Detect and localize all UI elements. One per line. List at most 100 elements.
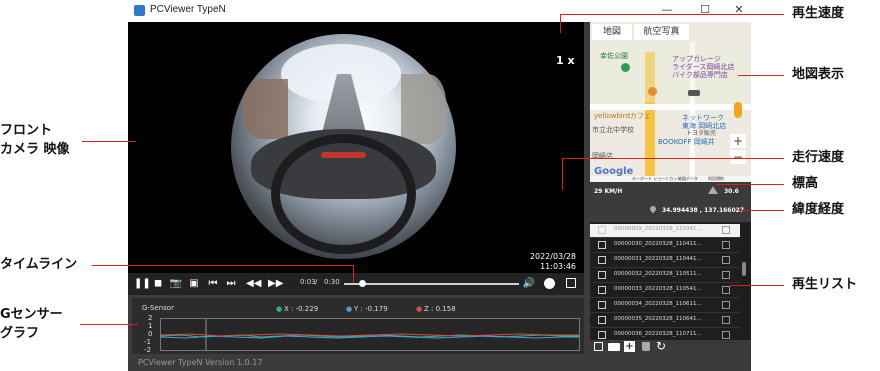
playlist-scrollbar[interactable] (742, 262, 746, 276)
map-label-riders: ライダース岡崎北店 (672, 63, 735, 71)
video-time: 11:03:46 (540, 262, 576, 271)
tab-aerial[interactable]: 航空写真 (634, 24, 689, 40)
altitude-icon (708, 186, 718, 194)
pause-icon[interactable]: ❚❚ (134, 277, 151, 291)
skip-previous-icon[interactable]: ⏮ (206, 277, 220, 291)
callout-timeline: タイムライン (0, 257, 78, 272)
callout-gsensor-1: Gセンサー (0, 307, 63, 322)
list-item[interactable]: 00000032_20220328_110511... (590, 269, 740, 283)
file-icon (722, 271, 730, 279)
folder-icon[interactable] (608, 343, 620, 351)
stop-icon[interactable]: ◼ (151, 277, 165, 291)
timeline-track[interactable] (344, 283, 519, 285)
gsensor-graph[interactable] (160, 318, 580, 351)
list-item[interactable]: 00000035_20220328_110641... (590, 314, 740, 328)
map-label-bookoff: BOOKOFF 岡崎井 (658, 138, 715, 146)
tab-map[interactable]: 地図 (592, 24, 632, 40)
minimize-button[interactable]: — (656, 2, 678, 18)
video-date: 2022/03/28 (529, 252, 576, 261)
callout-line-playlist (730, 285, 784, 286)
gsensor-z: Z : 0.158 (424, 305, 456, 313)
title-bar: PCViewer TypeN — ☐ ✕ (128, 0, 751, 22)
gsensor-y: Y : -0.179 (354, 305, 388, 313)
map-label-toyota: トヨタ販売 (686, 130, 717, 137)
checkbox[interactable] (598, 286, 606, 294)
file-name: 00000035_20220328_110641... (614, 316, 702, 322)
timeline-knob[interactable] (358, 280, 366, 287)
current-time: 0:03 (300, 278, 316, 286)
playlist-toolbar: + ↻ (590, 339, 751, 354)
record-icon[interactable]: ▣ (187, 277, 201, 291)
playback-controls: ❚❚ ◼ 📷 ▣ ⏮ ⏭ ◀◀ ▶▶ 0:03 / 0:30 🔊 (128, 273, 584, 295)
add-icon[interactable]: + (624, 341, 635, 352)
list-item[interactable]: 00000029_20220328_110341... (590, 224, 740, 238)
video-timestamp: 2022/03/28 11:03:46 (496, 252, 576, 272)
callout-line-latlon (738, 210, 784, 211)
map-label-network: ネットワーク (682, 114, 724, 122)
pegman-icon[interactable] (734, 102, 742, 118)
callout-drive-speed: 走行速度 (792, 150, 845, 165)
checkbox[interactable] (598, 226, 606, 234)
checkbox[interactable] (598, 256, 606, 264)
total-time: 0:30 (324, 278, 340, 286)
map-label-bike: バイク部品専門店 (672, 71, 728, 79)
map-road-cross (590, 104, 751, 110)
callout-front-1: フロント (0, 123, 53, 138)
callout-latlon: 緯度経度 (792, 202, 845, 217)
callout-line-timeline-v (353, 265, 354, 283)
skip-next-icon[interactable]: ⏭ (224, 277, 238, 291)
file-icon (722, 226, 730, 234)
list-item[interactable]: 00000034_20220328_110611... (590, 299, 740, 313)
y-dot: ● (346, 305, 353, 313)
ytick-minus2: -2 (144, 346, 151, 354)
maximize-button[interactable]: ☐ (694, 2, 716, 18)
altitude: 30.6 (724, 188, 739, 195)
file-icon (722, 301, 730, 309)
list-item[interactable]: 00000031_20220328_110441... (590, 254, 740, 268)
fullscreen-icon[interactable] (566, 278, 576, 288)
file-name: 00000030_20220328_110411... (614, 241, 702, 247)
car-icon (688, 90, 700, 96)
gsensor-x: X : -0.229 (284, 305, 319, 313)
map-label-school: 市立北中学校 (592, 126, 634, 134)
callout-line-drive-speed (562, 158, 784, 159)
list-item[interactable]: 00000030_20220328_110411... (590, 239, 740, 253)
fast-forward-icon[interactable]: ▶▶ (268, 277, 283, 291)
checkbox[interactable] (598, 271, 606, 279)
file-icon (722, 331, 730, 339)
info-panel: 29 KM/H 30.6 34.994438 , 137.166027 (590, 182, 751, 220)
file-name: 00000033_20220328_110541... (614, 286, 702, 292)
file-name: 00000036_20220328_110711... (614, 331, 702, 337)
ytick-2: 2 (148, 314, 153, 322)
camera-icon[interactable]: 📷 (169, 277, 183, 291)
list-item[interactable]: 00000033_20220328_110541... (590, 284, 740, 298)
checkbox[interactable] (598, 301, 606, 309)
building-left (243, 79, 288, 139)
refresh-icon[interactable]: ↻ (656, 339, 666, 353)
rewind-icon[interactable]: ◀◀ (246, 277, 261, 291)
checkbox[interactable] (598, 241, 606, 249)
front-camera-video[interactable]: 1 x 2022/03/28 11:03:46 (128, 22, 584, 273)
volume-icon[interactable]: 🔊 (522, 277, 536, 291)
checkbox[interactable] (598, 316, 606, 324)
callout-front-2: カメラ 映像 (0, 142, 70, 157)
file-name: 00000029_20220328_110341... (614, 226, 702, 232)
close-button[interactable]: ✕ (728, 2, 750, 18)
file-icon (722, 286, 730, 294)
zoom-out-button[interactable]: − (730, 150, 746, 164)
trash-icon[interactable] (642, 342, 650, 351)
fisheye-frame (231, 34, 456, 259)
app-window: PCViewer TypeN — ☐ ✕ 1 x 2022/03/28 11:0… (128, 0, 751, 371)
playback-speed[interactable]: 1 x (556, 54, 575, 67)
file-icon (722, 256, 730, 264)
app-icon (134, 5, 145, 16)
zoom-in-button[interactable]: + (730, 134, 746, 148)
gsensor-panel: G-Sensor ● X : -0.229 ● Y : -0.179 ● Z :… (132, 298, 584, 354)
callout-line-drive-speed-v (562, 158, 563, 190)
map-label-park: 幸佐公園 (600, 52, 628, 60)
checkbox[interactable] (598, 331, 606, 339)
building-right (401, 74, 446, 144)
select-all-icon[interactable] (594, 342, 603, 351)
callout-speed: 再生速度 (792, 6, 845, 21)
volume-knob[interactable] (544, 278, 555, 289)
